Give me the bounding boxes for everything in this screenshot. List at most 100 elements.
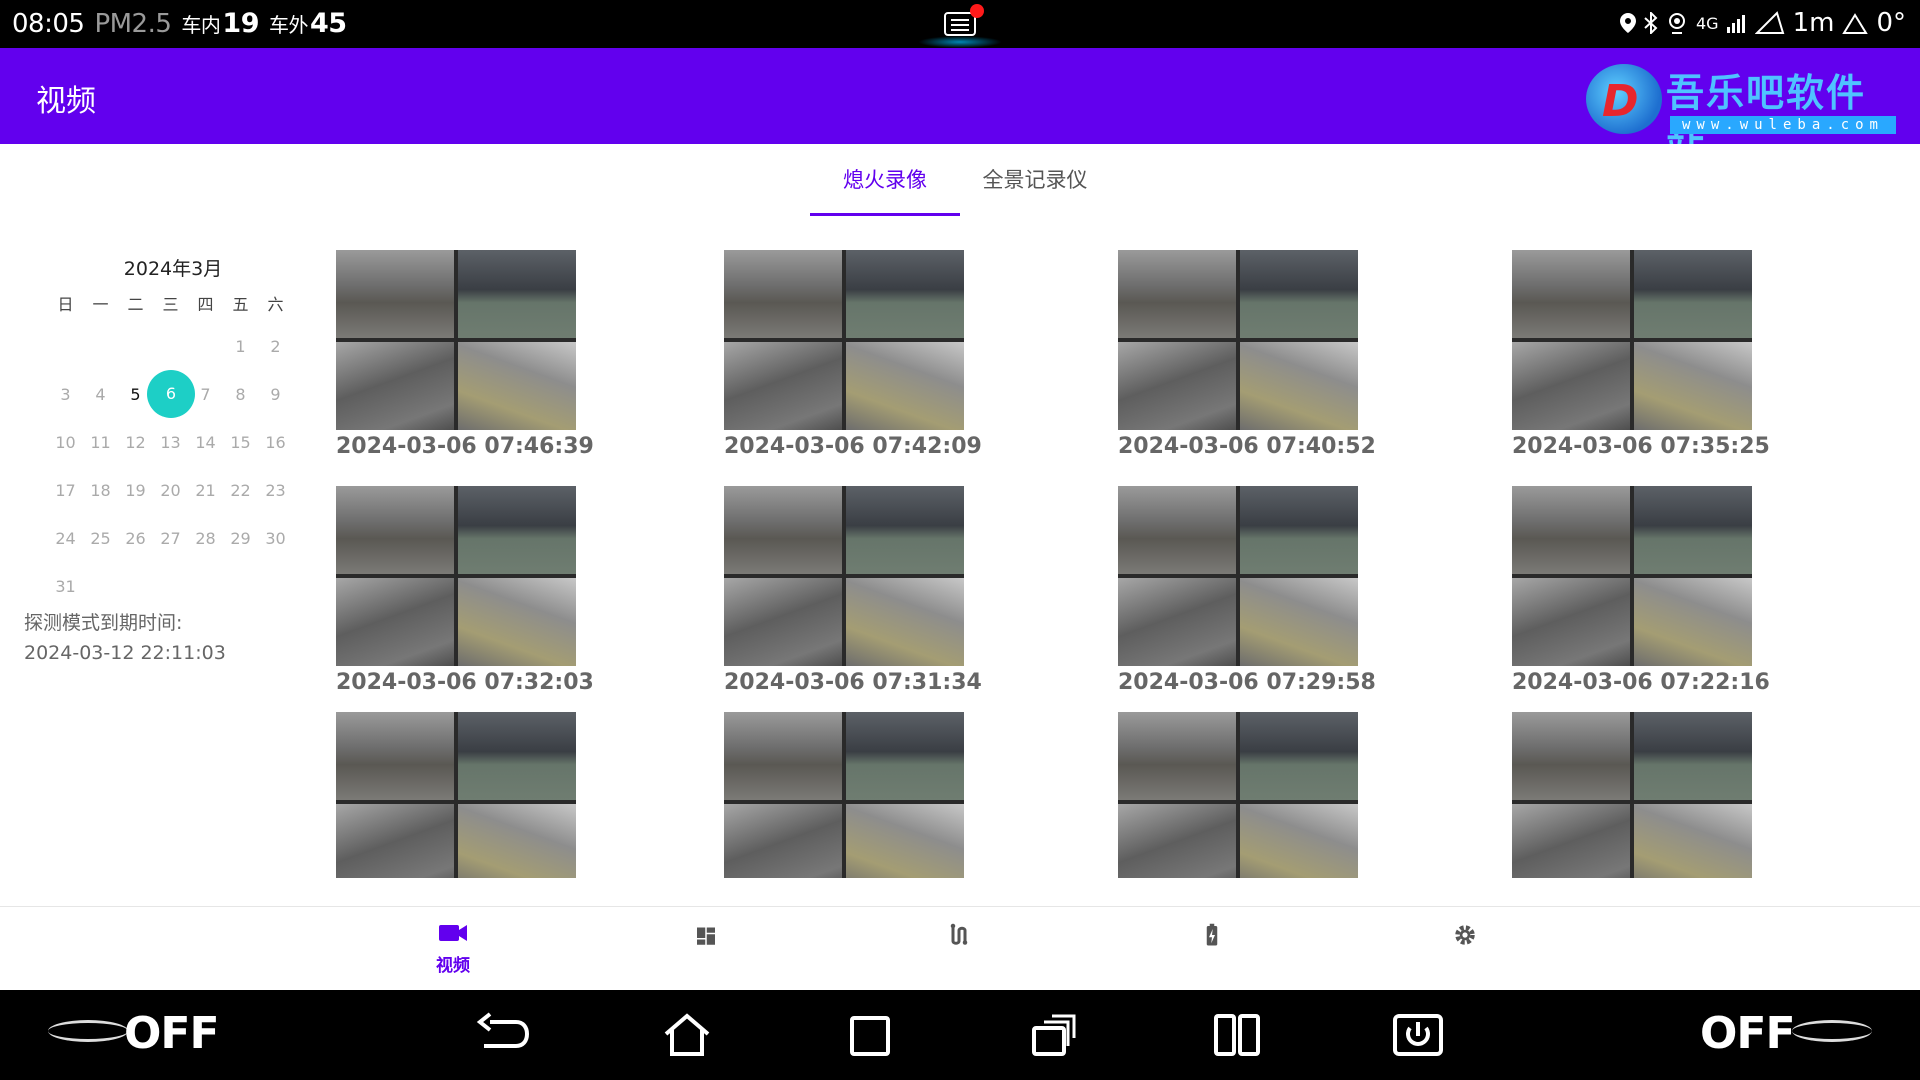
calendar-day[interactable]: 21 — [188, 481, 223, 500]
video-thumbnail[interactable] — [724, 486, 964, 666]
calendar-day[interactable]: 9 — [258, 385, 293, 404]
video-card[interactable] — [1512, 712, 1752, 878]
calendar-day[interactable]: 7 — [188, 385, 223, 404]
calendar-day[interactable]: 19 — [118, 481, 153, 500]
calendar-day[interactable]: 16 — [258, 433, 293, 452]
nav-video[interactable]: 视频 — [413, 917, 493, 976]
calendar-day[interactable]: 8 — [223, 385, 258, 404]
video-card[interactable]: 2024-03-06 07:29:58 — [1118, 486, 1376, 695]
tab-panoramic-recorder[interactable]: 全景记录仪 — [960, 144, 1110, 216]
view-divider — [1630, 250, 1634, 430]
calendar-day[interactable]: 4 — [83, 385, 118, 404]
camera-view — [336, 578, 454, 666]
nav-battery[interactable] — [1172, 917, 1252, 947]
video-card[interactable]: 2024-03-06 07:42:09 — [724, 250, 982, 459]
camera-view — [1240, 342, 1358, 430]
calendar-day[interactable]: 27 — [153, 529, 188, 548]
split-screen-icon[interactable] — [1212, 1012, 1262, 1058]
calendar-day[interactable]: 29 — [223, 529, 258, 548]
weekday-label: 五 — [232, 295, 249, 314]
location-icon — [1620, 13, 1636, 33]
video-thumbnail[interactable] — [336, 486, 576, 666]
calendar-day[interactable]: 28 — [188, 529, 223, 548]
probe-mode-expiry: 探测模式到期时间: 2024-03-12 22:11:03 — [24, 608, 226, 668]
camera-view — [846, 250, 964, 338]
video-card[interactable] — [724, 712, 964, 878]
calendar-day[interactable]: 20 — [153, 481, 188, 500]
calendar-day[interactable]: 2 — [258, 337, 293, 356]
camera-view — [846, 712, 964, 800]
camera-view — [1512, 804, 1630, 878]
nav-route[interactable] — [919, 917, 999, 947]
calendar-day[interactable]: 31 — [48, 577, 83, 596]
calendar-day[interactable]: 10 — [48, 433, 83, 452]
calendar-week-row: 17 18 19 20 21 22 23 — [48, 466, 298, 514]
calendar-day[interactable]: 30 — [258, 529, 293, 548]
video-thumbnail[interactable] — [1512, 712, 1752, 878]
home-icon[interactable] — [662, 1012, 712, 1058]
video-thumbnail[interactable] — [1118, 250, 1358, 430]
status-right: 4G 1m 0° — [1620, 8, 1906, 38]
video-thumbnail[interactable] — [1118, 712, 1358, 878]
inside-temp-label: 车内 — [181, 13, 221, 37]
calendar-day[interactable]: 18 — [83, 481, 118, 500]
camera-view — [336, 804, 454, 878]
camera-view — [1240, 486, 1358, 574]
bottom-navigation: 视频 — [0, 906, 1920, 990]
calendar-day[interactable]: 15 — [223, 433, 258, 452]
video-timestamp: 2024-03-06 07:42:09 — [724, 434, 982, 459]
tab-engine-off-recording[interactable]: 熄火录像 — [810, 144, 960, 216]
calendar-day[interactable]: 11 — [83, 433, 118, 452]
calendar-day[interactable]: 12 — [118, 433, 153, 452]
network-type: 4G — [1696, 13, 1719, 33]
camera-view — [1512, 712, 1630, 800]
video-thumbnail[interactable] — [724, 250, 964, 430]
recent-apps-icon[interactable] — [848, 1012, 892, 1058]
expiry-value: 2024-03-12 22:11:03 — [24, 642, 226, 664]
video-card[interactable]: 2024-03-06 07:22:16 — [1512, 486, 1770, 695]
app-bar: 视频 D 吾乐吧软件站 www.wuleba.com — [0, 48, 1920, 170]
video-thumbnail[interactable] — [1512, 250, 1752, 430]
nav-dashboard[interactable] — [666, 917, 746, 947]
video-card[interactable]: 2024-03-06 07:32:03 — [336, 486, 594, 695]
notification-tray[interactable] — [910, 0, 1010, 48]
calendar: 2024年3月 日 一 二 三 四 五 六 1 2 3 4 5 6 7 8 9 10 11 12 13 1… — [48, 254, 298, 610]
video-timestamp: 2024-03-06 07:46:39 — [336, 434, 594, 459]
video-thumbnail[interactable] — [336, 250, 576, 430]
camera-view — [1512, 486, 1630, 574]
video-card[interactable]: 2024-03-06 07:40:52 — [1118, 250, 1376, 459]
video-card[interactable] — [336, 712, 576, 878]
calendar-day[interactable]: 25 — [83, 529, 118, 548]
power-icon[interactable] — [1392, 1012, 1444, 1058]
view-divider — [454, 712, 458, 878]
video-card[interactable]: 2024-03-06 07:46:39 — [336, 250, 594, 459]
calendar-day[interactable]: 14 — [188, 433, 223, 452]
calendar-day[interactable]: 13 — [153, 433, 188, 452]
video-thumbnail[interactable] — [1512, 486, 1752, 666]
calendar-day[interactable]: 17 — [48, 481, 83, 500]
weekday-label: 一 — [92, 295, 109, 314]
videocam-icon — [439, 925, 467, 941]
calendar-day[interactable]: 22 — [223, 481, 258, 500]
calendar-day-selected[interactable]: 6 — [147, 370, 195, 418]
off-toggle-right[interactable]: OFF — [1700, 1008, 1796, 1059]
video-thumbnail[interactable] — [1118, 486, 1358, 666]
screen-switch-icon[interactable] — [1030, 1012, 1080, 1058]
video-thumbnail[interactable] — [724, 712, 964, 878]
calendar-day[interactable]: 24 — [48, 529, 83, 548]
view-divider — [1236, 250, 1240, 430]
off-toggle-left[interactable]: OFF — [124, 1008, 220, 1059]
video-card[interactable]: 2024-03-06 07:35:25 — [1512, 250, 1770, 459]
video-card[interactable] — [1118, 712, 1358, 878]
video-thumbnail[interactable] — [336, 712, 576, 878]
camera-view — [1240, 578, 1358, 666]
video-timestamp: 2024-03-06 07:32:03 — [336, 670, 594, 695]
calendar-day[interactable]: 26 — [118, 529, 153, 548]
back-icon[interactable] — [476, 1012, 530, 1058]
calendar-day[interactable]: 3 — [48, 385, 83, 404]
nav-settings[interactable] — [1425, 917, 1505, 947]
calendar-day[interactable]: 23 — [258, 481, 293, 500]
camera-view — [724, 578, 842, 666]
video-card[interactable]: 2024-03-06 07:31:34 — [724, 486, 982, 695]
calendar-day[interactable]: 1 — [223, 337, 258, 356]
